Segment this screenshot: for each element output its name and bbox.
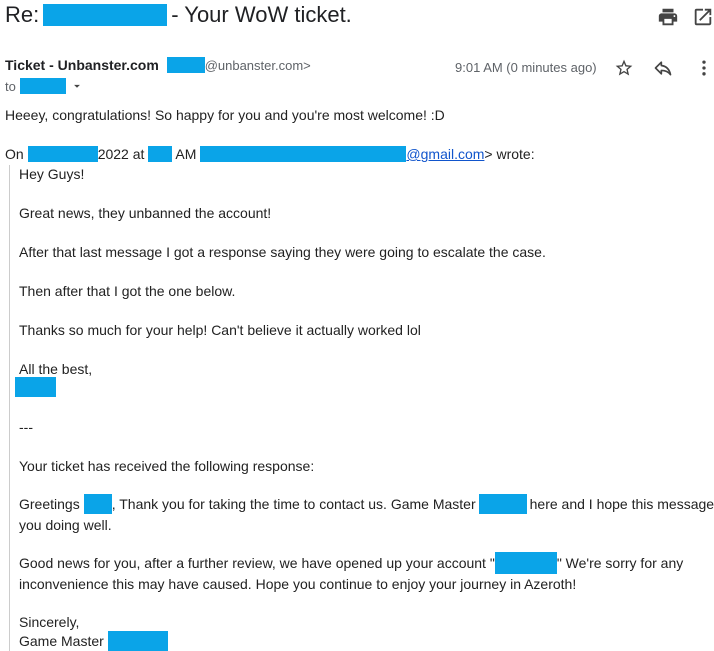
quote-paragraph: Thanks so much for your help! Can't beli… — [19, 322, 421, 338]
subject-prefix: Re: — [5, 2, 40, 27]
quote-bar — [9, 165, 10, 651]
star-icon[interactable] — [614, 58, 634, 78]
open-in-new-icon[interactable] — [692, 6, 714, 28]
caret-down-icon[interactable] — [70, 79, 84, 93]
gm-greeting-line-2: you doing well. — [19, 517, 112, 533]
gm-news-b: " We're sorry for any — [556, 555, 684, 571]
quote-paragraph: After that last message I got a response… — [19, 244, 546, 260]
sender-email-domain: @unbanster.com> — [204, 57, 311, 73]
email-subject: Re: - Your WoW ticket. — [5, 2, 352, 28]
redaction-block — [166, 57, 205, 73]
gm-news-a: Good news for you, after a further revie… — [19, 555, 495, 571]
on-prefix: On — [5, 146, 24, 162]
gm-news-line: Good news for you, after a further revie… — [19, 552, 683, 574]
gm-greeting-line: Greetings , Thank you for taking the tim… — [19, 494, 714, 514]
quote-closing: All the best, — [19, 361, 93, 377]
sender-name[interactable]: Ticket - Unbanster.com — [5, 57, 159, 73]
redaction-block — [478, 494, 527, 514]
gm-greeting-c: here and I hope this message finds — [529, 496, 714, 512]
gm-greeting-a: Greetings — [19, 496, 80, 512]
print-icon[interactable] — [657, 6, 679, 28]
timestamp: 9:01 AM (0 minutes ago) — [455, 60, 597, 75]
reply-text: Heeey, congratulations! So happy for you… — [5, 107, 445, 123]
redaction-block — [19, 78, 66, 94]
more-vert-icon[interactable] — [694, 58, 714, 78]
subject-suffix: - Your WoW ticket. — [171, 2, 352, 27]
gm-sincerely: Sincerely, — [19, 614, 80, 630]
quote-separator: --- — [19, 419, 33, 435]
gm-sign-label: Game Master — [19, 633, 104, 649]
on-am: AM — [175, 146, 197, 162]
redaction-block — [494, 552, 557, 574]
to-label: to — [5, 78, 16, 94]
redaction-block — [27, 146, 98, 162]
reply-icon[interactable] — [653, 58, 673, 78]
email-link[interactable]: @gmail.com — [406, 146, 484, 162]
redaction-block — [148, 146, 173, 162]
quote-paragraph: Your ticket has received the following r… — [19, 458, 315, 474]
sender-row: Ticket - Unbanster.com @unbanster.com> — [5, 57, 311, 73]
on-year: 2022 at — [97, 146, 145, 162]
quote-paragraph: Great news, they unbanned the account! — [19, 205, 272, 221]
quote-paragraph: Then after that I got the one below. — [19, 283, 236, 299]
quote-greeting: Hey Guys! — [19, 166, 85, 182]
gm-news-line-2: inconvenience this may have caused. Hope… — [19, 576, 577, 592]
quote-attribution: On 2022 at AM @gmail.com > wrote: — [5, 146, 535, 162]
recipient-row: to — [5, 78, 84, 94]
redaction-block — [15, 377, 56, 397]
redaction-block — [83, 494, 112, 514]
signature-redaction — [15, 377, 56, 397]
redaction-block — [107, 631, 168, 651]
gm-greeting-b: , Thank you for taking the time to conta… — [111, 496, 476, 512]
redaction-block — [43, 4, 168, 26]
gm-signature: Game Master — [19, 631, 168, 651]
redaction-block — [200, 146, 407, 162]
on-wrote: > wrote: — [484, 146, 535, 162]
